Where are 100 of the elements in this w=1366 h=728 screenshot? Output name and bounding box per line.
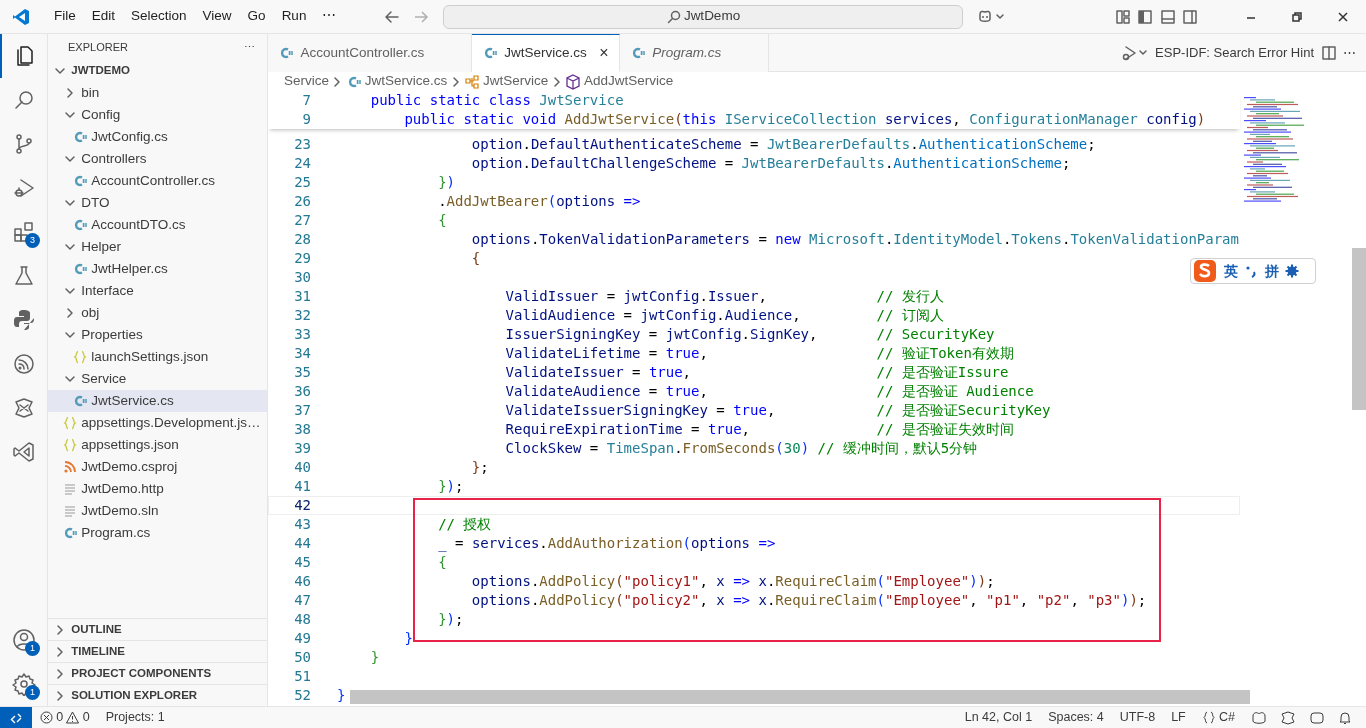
menu-item[interactable]: Selection: [123, 6, 195, 27]
editor-tab[interactable]: Program.cs: [619, 34, 769, 72]
line-number: 48: [293, 610, 312, 629]
breadcrumb-item[interactable]: JwtService: [483, 71, 549, 92]
panel-header[interactable]: OUTLINE: [71, 620, 122, 639]
folder-item[interactable]: Controllers: [81, 148, 147, 170]
toolbar-action[interactable]: ESP-IDF: Search Error Hint: [1155, 42, 1314, 63]
code-line: RequireExpirationTime = true, // 是否验证失效时间: [504, 420, 1014, 439]
explorer-entry[interactable]: JwtHelper.cs: [91, 258, 168, 280]
line-number: 45: [293, 553, 312, 572]
line-number: 37: [293, 401, 312, 420]
code-line: ValidateIssuer = true, // 是否验证Issure: [504, 363, 1009, 382]
folder-item[interactable]: Properties: [81, 324, 143, 346]
line-number: 42: [293, 496, 312, 515]
panel-toggle-icon[interactable]: [1159, 8, 1176, 25]
run-debug-icon[interactable]: [1120, 44, 1149, 61]
scrollbar-thumb[interactable]: [350, 690, 1250, 704]
line-number: 39: [293, 439, 312, 458]
explorer-entry[interactable]: JwtDemo.http: [81, 478, 164, 500]
explorer-entry[interactable]: JwtConfig.cs: [91, 126, 168, 148]
split-editor-icon[interactable]: [1320, 44, 1337, 61]
folder-item[interactable]: bin: [81, 82, 100, 104]
editor-tab[interactable]: AccountController.cs: [268, 34, 472, 72]
language-mode[interactable]: C#: [1219, 708, 1235, 727]
folder-item[interactable]: DTO: [81, 192, 110, 214]
input-mode[interactable]: 拼: [1264, 260, 1279, 282]
folder-item[interactable]: Config: [81, 104, 121, 126]
panel-header[interactable]: SOLUTION EXPLORER: [71, 686, 198, 705]
account-icon[interactable]: [12, 628, 36, 652]
line-number: 44: [293, 534, 312, 553]
csharp-icon: [62, 525, 78, 541]
folder-item[interactable]: Service: [81, 368, 127, 390]
secondary-sidebar-icon[interactable]: [1182, 8, 1198, 25]
explorer-entry[interactable]: appsettings.Development.js…: [81, 412, 261, 434]
punctuation-icon[interactable]: [1244, 264, 1258, 278]
line-number: 50: [293, 648, 312, 667]
panel-header[interactable]: TIMELINE: [71, 642, 125, 661]
scrollbar-thumb[interactable]: [1352, 248, 1366, 410]
menu-item[interactable]: Go: [239, 6, 274, 27]
search-icon: [666, 9, 681, 24]
cube-icon: [564, 73, 581, 90]
menu-item[interactable]: Edit: [83, 6, 124, 27]
status-item[interactable]: Spaces: 4: [1040, 708, 1112, 727]
explorer-entry[interactable]: JwtDemo.sln: [81, 500, 159, 522]
breadcrumb-item[interactable]: JwtService.cs: [364, 71, 448, 92]
breadcrumb-item[interactable]: AddJwtService: [584, 71, 674, 92]
more-actions-button[interactable]: ⋯: [1343, 42, 1356, 63]
error-icon: [40, 711, 53, 724]
python-icon[interactable]: [12, 308, 36, 332]
explorer-entry[interactable]: AccountDTO.cs: [91, 214, 186, 236]
command-center-search[interactable]: JwtDemo: [443, 4, 964, 29]
explorer-entry[interactable]: launchSettings.json: [91, 346, 209, 368]
settings-icon[interactable]: [12, 672, 36, 696]
error-count[interactable]: 0: [56, 708, 64, 727]
menu-item[interactable]: ⋯: [314, 6, 345, 27]
line-number: 28: [293, 230, 312, 249]
braces-icon: [72, 349, 88, 365]
flask-icon[interactable]: [12, 264, 36, 288]
folder-item[interactable]: Helper: [81, 236, 122, 258]
code-line: public static void AddJwtService(this IServiceCollection services, ConfigurationManager config): [403, 110, 1206, 129]
bell-icon[interactable]: [1338, 710, 1352, 725]
close-button[interactable]: ×: [599, 41, 609, 65]
signal-logo-icon[interactable]: [12, 352, 36, 376]
line-number: 32: [293, 306, 312, 325]
status-item[interactable]: Projects: 1: [97, 708, 173, 727]
menu-item[interactable]: Run: [273, 6, 315, 27]
run-debug-icon[interactable]: [12, 176, 36, 200]
editor-tab[interactable]: JwtService.cs ×: [471, 34, 620, 72]
more-actions-button[interactable]: ⋯: [244, 38, 255, 56]
project-folder[interactable]: JWTDEMO: [71, 62, 131, 80]
panel-header[interactable]: PROJECT COMPONENTS: [71, 664, 212, 683]
line-number: 34: [293, 344, 312, 363]
count-badge: 3: [25, 233, 40, 248]
code-line: ValidIssuer = jwtConfig.Issuer, // 发行人: [504, 287, 944, 306]
search-icon[interactable]: [12, 88, 36, 112]
extensions-icon[interactable]: [12, 220, 36, 244]
line-number: 23: [293, 135, 312, 154]
sidebar-toggle-icon[interactable]: [1137, 8, 1153, 25]
csharp-icon: [72, 129, 88, 145]
folder-item[interactable]: obj: [81, 302, 100, 324]
menu-item[interactable]: View: [194, 6, 240, 27]
folder-item[interactable]: Interface: [81, 280, 134, 302]
line-number: 9: [301, 110, 312, 129]
code-line: });: [437, 610, 464, 629]
status-item[interactable]: UTF-8: [1111, 708, 1164, 727]
braces-icon: [62, 437, 78, 453]
menu-item[interactable]: File: [46, 6, 84, 27]
language-mode[interactable]: 英: [1223, 260, 1238, 282]
back-arrow-icon[interactable]: [384, 8, 401, 25]
status-item[interactable]: Ln 42, Col 1: [956, 708, 1041, 727]
explorer-entry[interactable]: appsettings.json: [81, 434, 179, 456]
explorer-entry[interactable]: AccountController.cs: [91, 170, 216, 192]
explorer-entry[interactable]: JwtDemo.csproj: [81, 456, 178, 478]
braces-icon: [62, 415, 78, 431]
breadcrumb-item[interactable]: Service: [284, 71, 329, 92]
status-item[interactable]: LF: [1163, 708, 1194, 727]
explorer-entry[interactable]: Program.cs: [81, 522, 151, 544]
warning-count[interactable]: 0: [82, 708, 90, 727]
settings-icon[interactable]: [1285, 264, 1299, 278]
layout-icon[interactable]: [1114, 8, 1131, 25]
